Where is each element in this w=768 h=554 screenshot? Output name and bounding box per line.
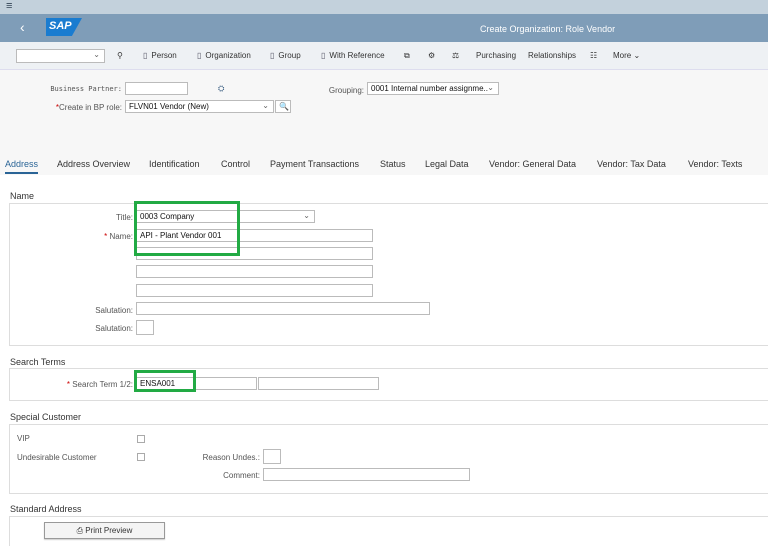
name-label: * Name:: [104, 232, 133, 241]
tab-vendor-tax-data[interactable]: Vendor: Tax Data: [597, 159, 666, 169]
tab-identification[interactable]: Identification: [149, 159, 200, 169]
page-title: Create Organization: Role Vendor: [480, 24, 616, 34]
document-icon: ▯: [143, 51, 148, 60]
tab-control[interactable]: Control: [221, 159, 250, 169]
salutation-input[interactable]: [136, 302, 430, 315]
search-terms-heading: Search Terms: [10, 357, 66, 367]
more-label: More: [613, 51, 632, 60]
vip-label: VIP: [17, 434, 30, 443]
balance-icon[interactable]: ⚖: [452, 51, 459, 60]
search-icon[interactable]: 🔍: [275, 100, 291, 113]
tab-vendor-general-data[interactable]: Vendor: General Data: [489, 159, 576, 169]
search-term-label: * Search Term 1/2:: [66, 380, 133, 389]
document-icon: ▯: [270, 51, 275, 60]
chevron-down-icon: ⌄: [93, 50, 100, 59]
document-icon: ▯: [197, 51, 202, 60]
tab-payment-transactions[interactable]: Payment Transactions: [270, 159, 359, 169]
special-customer-heading: Special Customer: [10, 412, 82, 422]
name-section-heading: Name: [10, 191, 35, 201]
title-label: Title:: [115, 213, 133, 222]
comment-input[interactable]: [263, 468, 470, 481]
print-preview-button[interactable]: ⎙ Print Preview: [44, 522, 165, 539]
tab-vendor-texts[interactable]: Vendor: Texts: [688, 159, 742, 169]
grouping-label: Grouping:: [328, 86, 364, 95]
group-label: Group: [278, 51, 301, 60]
search-term-2-input[interactable]: [258, 377, 379, 390]
with-reference-label: With Reference: [329, 51, 385, 60]
chevron-down-icon: ⌄: [487, 83, 494, 92]
highlight-box: [134, 370, 196, 392]
print-preview-label: Print Preview: [85, 526, 133, 535]
shell-header: [0, 14, 768, 42]
business-partner-input[interactable]: [125, 82, 188, 95]
partner-search-icon[interactable]: ⛭: [218, 84, 224, 94]
switch-icon[interactable]: ⚲: [117, 51, 123, 60]
undesirable-label: Undesirable Customer: [17, 453, 97, 462]
relationships-button[interactable]: Relationships: [528, 51, 576, 60]
group-button[interactable]: ▯ Group: [270, 51, 301, 60]
name-input-3[interactable]: [136, 265, 373, 278]
chevron-down-icon: ⌄: [303, 211, 310, 220]
comment-label: Comment:: [223, 471, 260, 480]
tab-status[interactable]: Status: [380, 159, 406, 169]
grouping-dropdown[interactable]: 0001 Internal number assignme.. ⌄: [367, 82, 499, 95]
salutation-label-2: Salutation:: [95, 324, 133, 333]
business-partner-label: Business Partner:: [50, 85, 122, 93]
organization-label: Organization: [205, 51, 251, 60]
reason-label: Reason Undes.:: [202, 453, 260, 462]
purchasing-button[interactable]: Purchasing: [476, 51, 516, 60]
salutation-input-2[interactable]: [136, 320, 154, 335]
tab-address-overview[interactable]: Address Overview: [57, 159, 130, 169]
settings-icon[interactable]: ⚙: [428, 51, 435, 60]
chevron-down-icon: ⌄: [262, 101, 269, 110]
bp-role-dropdown[interactable]: FLVN01 Vendor (New) ⌄: [125, 100, 274, 113]
person-label: Person: [151, 51, 177, 60]
document-icon: ▯: [321, 51, 326, 60]
relationship-icon[interactable]: ☷: [590, 51, 597, 60]
undesirable-checkbox[interactable]: [137, 453, 145, 461]
toolbar-dropdown[interactable]: ⌄: [16, 49, 105, 63]
reason-input[interactable]: [263, 449, 281, 464]
top-bar: [0, 0, 768, 14]
tab-address[interactable]: Address: [5, 159, 39, 174]
standard-address-heading: Standard Address: [10, 504, 82, 514]
special-customer-section: [9, 424, 768, 494]
salutation-label: Salutation:: [95, 306, 133, 315]
back-icon[interactable]: ‹: [20, 19, 25, 35]
name-input-4[interactable]: [136, 284, 373, 297]
with-reference-button[interactable]: ▯ With Reference: [321, 51, 385, 60]
more-button[interactable]: More ⌄: [613, 51, 640, 60]
tab-legal-data[interactable]: Legal Data: [425, 159, 469, 169]
person-button[interactable]: ▯ Person: [143, 51, 177, 60]
bp-role-label: *Create in BP role:: [55, 103, 122, 112]
printer-icon: ⎙: [76, 526, 86, 535]
highlight-box: [134, 201, 240, 256]
vip-checkbox[interactable]: [137, 435, 145, 443]
organization-button[interactable]: ▯ Organization: [197, 51, 251, 60]
copy-icon[interactable]: ⧉: [404, 51, 410, 61]
hamburger-icon[interactable]: ≡: [6, 0, 12, 12]
